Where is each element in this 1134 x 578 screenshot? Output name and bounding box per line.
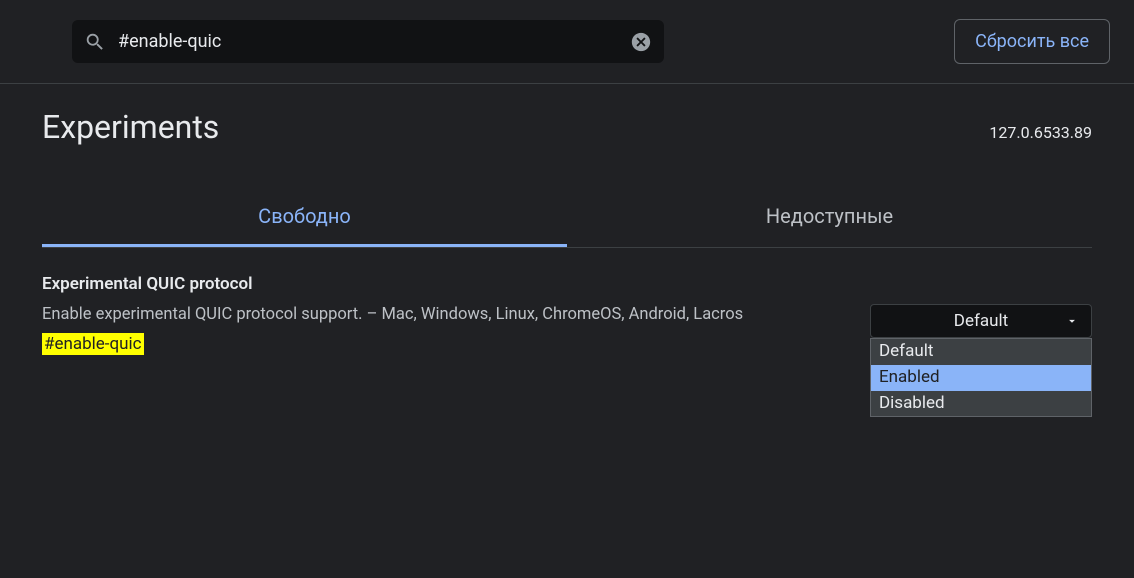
search-input[interactable] — [118, 31, 618, 52]
page-title: Experiments — [42, 108, 219, 146]
flag-row: Experimental QUIC protocol Enable experi… — [42, 248, 1092, 417]
chevron-down-icon — [1065, 314, 1079, 328]
header-row: Experiments 127.0.6533.89 — [42, 84, 1092, 164]
version-label: 127.0.6533.89 — [989, 123, 1092, 142]
flag-title: Experimental QUIC protocol — [42, 274, 846, 294]
dropdown-option-enabled[interactable]: Enabled — [871, 365, 1091, 391]
top-bar: Сбросить все — [0, 0, 1134, 84]
flag-description: Enable experimental QUIC protocol suppor… — [42, 302, 822, 328]
tab-unavailable[interactable]: Недоступные — [567, 190, 1092, 247]
flag-text: Experimental QUIC protocol Enable experi… — [42, 274, 846, 354]
reset-all-button[interactable]: Сбросить все — [954, 19, 1110, 64]
flag-dropdown: Default Enabled Disabled — [870, 338, 1092, 417]
dropdown-option-default[interactable]: Default — [871, 339, 1091, 365]
search-container — [72, 20, 664, 63]
flag-id-hash: #enable-quic — [42, 333, 144, 355]
flag-select-area: Default Default Enabled Disabled — [870, 274, 1092, 417]
tab-available[interactable]: Свободно — [42, 190, 567, 247]
clear-search-icon[interactable] — [630, 31, 652, 53]
dropdown-option-disabled[interactable]: Disabled — [871, 391, 1091, 417]
tabs-bar: Свободно Недоступные — [42, 190, 1092, 248]
search-icon — [84, 31, 106, 53]
flag-select[interactable]: Default — [870, 304, 1092, 338]
flag-select-value: Default — [954, 311, 1008, 331]
content-area: Experiments 127.0.6533.89 Свободно Недос… — [0, 84, 1134, 417]
